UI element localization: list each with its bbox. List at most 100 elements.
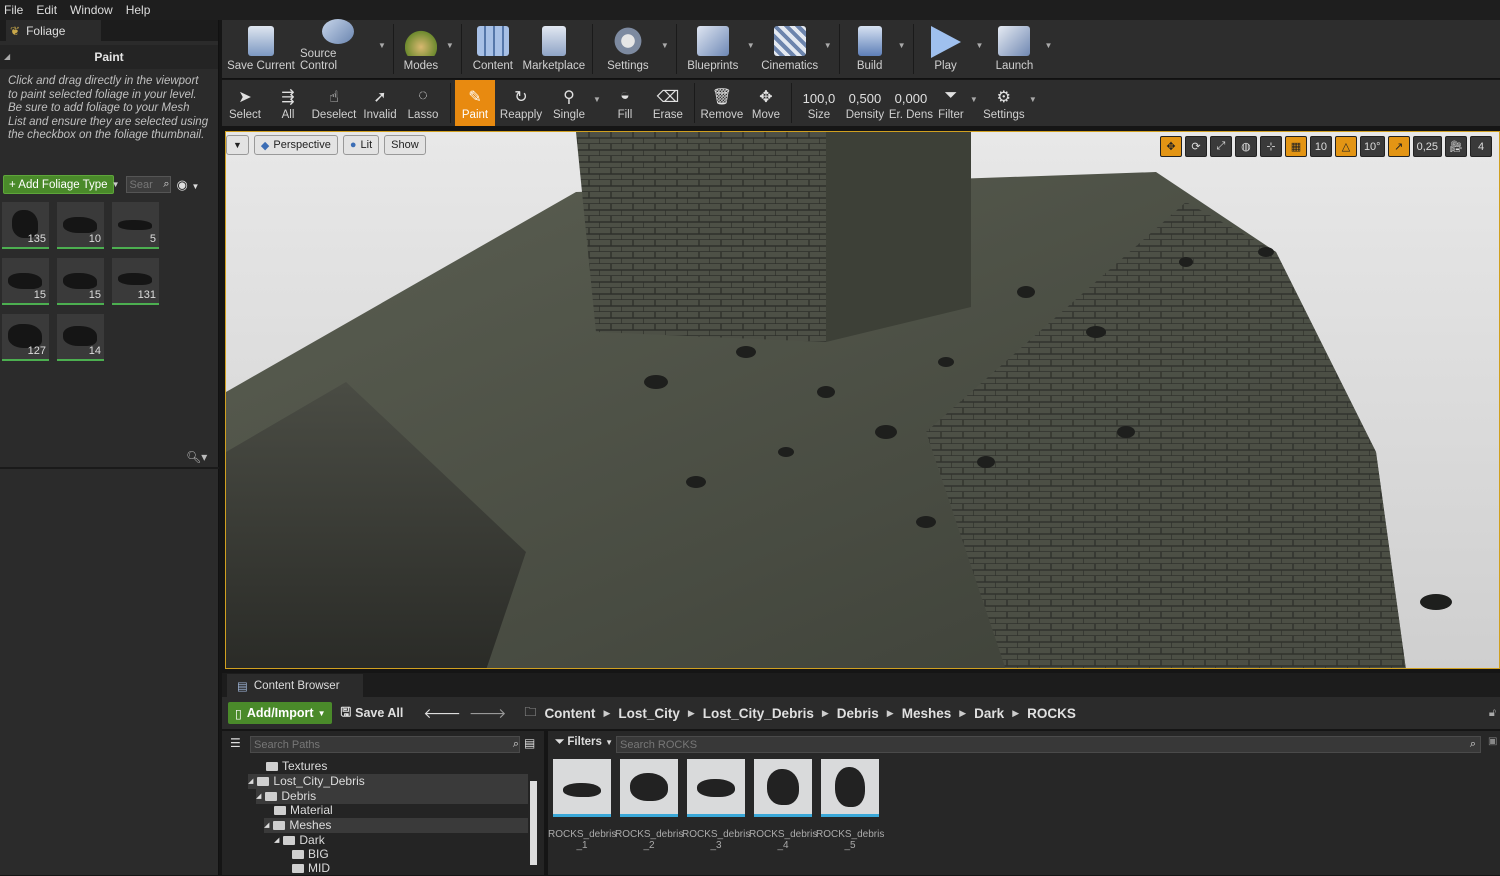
foliage-settings-button[interactable]: ⚙ Settings bbox=[981, 80, 1027, 126]
dropdown-arrow-icon[interactable]: ▼ bbox=[976, 41, 984, 50]
marketplace-button[interactable]: Marketplace bbox=[520, 19, 588, 78]
foliage-thumbnail[interactable]: 127 bbox=[2, 314, 49, 361]
camera-speed-icon[interactable]: 🎥︎ bbox=[1445, 136, 1467, 157]
breadcrumb-lost-city[interactable]: Lost_City bbox=[618, 706, 680, 721]
surface-snap-icon[interactable]: ⊹ bbox=[1259, 136, 1282, 157]
add-foliage-type-button[interactable]: + Add Foliage Type bbox=[3, 175, 114, 194]
breadcrumb-lost-city-debris[interactable]: Lost_City_Debris bbox=[703, 706, 814, 721]
dropdown-arrow-icon[interactable]: ▼ bbox=[898, 41, 906, 50]
tree-scrollbar[interactable] bbox=[530, 781, 537, 865]
foliage-thumbnail[interactable]: 14 bbox=[57, 314, 104, 361]
foliage-thumbnail[interactable]: 135 bbox=[2, 202, 49, 249]
breadcrumb-content[interactable]: Content bbox=[544, 706, 595, 721]
foliage-thumbnail[interactable]: 131 bbox=[112, 258, 159, 305]
level-viewport[interactable] bbox=[225, 131, 1500, 669]
collapse-triangle-icon[interactable]: ◢ bbox=[4, 52, 10, 61]
move-tool-button[interactable]: ✥ Move bbox=[745, 80, 787, 126]
erase-density-value[interactable]: 0,000 bbox=[895, 91, 928, 106]
paint-tool-button[interactable]: ✎ Paint bbox=[455, 80, 495, 126]
reapply-tool-button[interactable]: ↻ Reapply bbox=[495, 80, 547, 126]
asset-tile[interactable]: ROCKS_debris _1 bbox=[548, 759, 616, 851]
dropdown-arrow-icon[interactable]: ▼ bbox=[593, 95, 601, 104]
scale-snap-value[interactable]: 0,25 bbox=[1412, 136, 1442, 157]
content-button[interactable]: Content bbox=[466, 19, 520, 78]
dropdown-arrow-icon[interactable]: ▼ bbox=[1029, 95, 1037, 104]
select-tool-button[interactable]: ➤ Select bbox=[222, 80, 268, 126]
source-control-button[interactable]: Source Control bbox=[300, 19, 376, 78]
scale-snap-icon[interactable]: ↗ bbox=[1387, 136, 1410, 157]
erase-density-field[interactable]: 0,000 Er. Dens bbox=[888, 80, 934, 126]
tree-item-dark[interactable]: ◢ Dark bbox=[274, 833, 325, 848]
blueprints-button[interactable]: Blueprints bbox=[681, 19, 745, 78]
breadcrumb-arrow-icon[interactable]: ▶ bbox=[1012, 708, 1019, 719]
world-local-icon[interactable]: ◍ bbox=[1234, 136, 1257, 157]
foliage-thumbnail[interactable]: 10 bbox=[57, 202, 104, 249]
brush-size-value[interactable]: 100,0 bbox=[803, 91, 836, 106]
save-all-button[interactable]: 🖫︎ Save All bbox=[340, 703, 403, 724]
dropdown-arrow-icon[interactable]: ▼ bbox=[970, 95, 978, 104]
menu-window[interactable]: Window bbox=[66, 3, 122, 17]
foliage-thumbnail[interactable]: 15 bbox=[57, 258, 104, 305]
rotation-snap-value[interactable]: 10° bbox=[1359, 136, 1385, 157]
filter-button[interactable]: ⏷ Filter bbox=[934, 80, 968, 126]
breadcrumb-meshes[interactable]: Meshes bbox=[902, 706, 952, 721]
asset-tile[interactable]: ROCKS_debris _2 bbox=[615, 759, 683, 851]
tree-item-debris[interactable]: ◢ Debris bbox=[256, 789, 528, 804]
paint-density-field[interactable]: 0,500 Density bbox=[842, 80, 888, 126]
dropdown-arrow-icon[interactable]: ▼ bbox=[1044, 41, 1052, 50]
asset-tile[interactable]: ROCKS_debris _4 bbox=[749, 759, 817, 851]
dropdown-arrow-icon[interactable]: ▼ bbox=[446, 41, 454, 50]
scale-mode-icon[interactable]: ⤢ bbox=[1209, 136, 1232, 157]
remove-tool-button[interactable]: 🗑︎ Remove bbox=[699, 80, 745, 126]
rotate-mode-icon[interactable]: ⟳ bbox=[1184, 136, 1207, 157]
select-invalid-button[interactable]: ➚ Invalid bbox=[360, 80, 400, 126]
camera-speed-value[interactable]: 4 bbox=[1470, 136, 1492, 157]
select-all-button[interactable]: ⇶ All bbox=[268, 80, 308, 126]
asset-tile[interactable]: ROCKS_debris _5 bbox=[816, 759, 884, 851]
breadcrumb-arrow-icon[interactable]: ▶ bbox=[688, 708, 695, 719]
asset-tile[interactable]: ROCKS_debris _3 bbox=[682, 759, 750, 851]
sources-toggle-icon[interactable]: ☰ bbox=[230, 736, 241, 750]
modes-button[interactable]: Modes bbox=[398, 19, 444, 78]
dropdown-arrow-icon[interactable]: ▼ bbox=[747, 41, 755, 50]
play-button[interactable]: Play bbox=[918, 19, 974, 78]
erase-tool-button[interactable]: ⌫ Erase bbox=[646, 80, 690, 126]
tab-content-browser[interactable]: ▤ Content Browser bbox=[227, 674, 363, 697]
show-button[interactable]: Show bbox=[384, 135, 426, 155]
brush-size-field[interactable]: 100,0 Size bbox=[796, 80, 842, 126]
breadcrumb-arrow-icon[interactable]: ▶ bbox=[822, 708, 829, 719]
breadcrumb-arrow-icon[interactable]: ▶ bbox=[603, 708, 610, 719]
tree-item-big[interactable]: BIG bbox=[292, 847, 329, 862]
breadcrumb-dark[interactable]: Dark bbox=[974, 706, 1004, 721]
back-arrow-icon[interactable]: 🡐 bbox=[423, 705, 461, 722]
paint-density-value[interactable]: 0,500 bbox=[849, 91, 882, 106]
lock-icon[interactable]: 🔓︎ bbox=[1489, 707, 1496, 720]
dropdown-arrow-icon[interactable]: ▼ bbox=[824, 41, 832, 50]
save-current-button[interactable]: Save Current bbox=[222, 19, 300, 78]
dropdown-arrow-icon[interactable]: ▼ bbox=[378, 41, 386, 50]
breadcrumb-arrow-icon[interactable]: ▶ bbox=[887, 708, 894, 719]
breadcrumb-debris[interactable]: Debris bbox=[837, 706, 879, 721]
single-tool-button[interactable]: ⚲ Single bbox=[547, 80, 591, 126]
rotation-snap-icon[interactable]: △ bbox=[1334, 136, 1357, 157]
menu-edit[interactable]: Edit bbox=[32, 3, 66, 17]
breadcrumb-rocks[interactable]: ROCKS bbox=[1027, 706, 1076, 721]
visibility-eye-icon[interactable]: ◉ ▼ bbox=[177, 177, 200, 193]
tree-item-material[interactable]: Material bbox=[274, 803, 333, 818]
menu-help[interactable]: Help bbox=[122, 3, 160, 17]
search-assets-input[interactable]: Search ROCKS ⌕ bbox=[616, 736, 1481, 753]
tree-item-lost-city-debris[interactable]: ◢ Lost_City_Debris bbox=[248, 774, 528, 789]
menu-file[interactable]: File bbox=[0, 3, 32, 17]
dropdown-arrow-icon[interactable]: ▼ bbox=[112, 180, 120, 189]
thumbnail-zoom-icon[interactable]: 🔍︎▾ bbox=[186, 450, 207, 464]
save-search-icon[interactable]: ▣ bbox=[1488, 736, 1497, 747]
tree-item-textures[interactable]: Textures bbox=[266, 759, 327, 774]
foliage-thumbnail[interactable]: 5 bbox=[112, 202, 159, 249]
viewport-menu-button[interactable]: ▼ bbox=[226, 135, 249, 155]
foliage-search-input[interactable]: Sear ⌕ bbox=[125, 176, 171, 193]
tree-item-mid[interactable]: MID bbox=[292, 861, 330, 876]
view-options-icon[interactable]: ▤ bbox=[524, 736, 535, 750]
grid-snap-value[interactable]: 10 bbox=[1309, 136, 1332, 157]
build-button[interactable]: Build bbox=[844, 19, 896, 78]
fill-tool-button[interactable]: ◒ Fill bbox=[604, 80, 646, 126]
